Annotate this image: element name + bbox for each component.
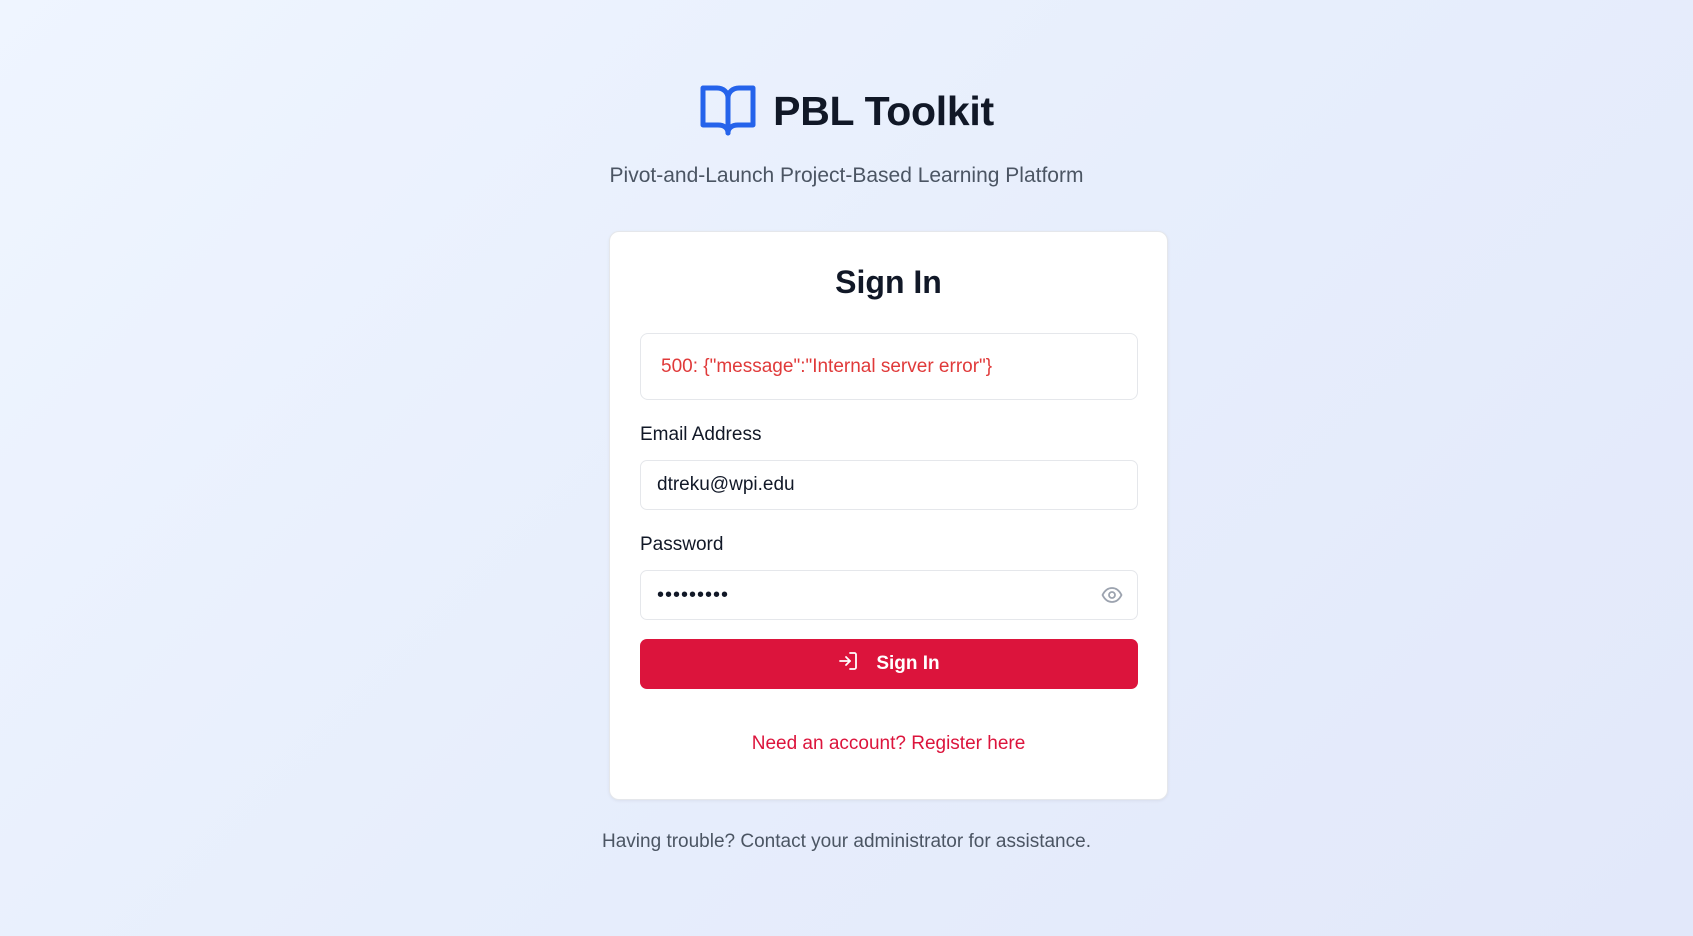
register-link[interactable]: Need an account? Register here <box>610 733 1167 755</box>
password-label: Password <box>640 534 724 555</box>
error-alert: 500: {"message":"Internal server error"} <box>640 333 1138 400</box>
eye-icon[interactable] <box>1101 586 1123 604</box>
sign-in-card: Sign In 500: {"message":"Internal server… <box>609 231 1168 800</box>
book-open-icon <box>699 84 757 138</box>
log-in-icon <box>838 651 858 677</box>
password-field[interactable]: ••••••••• <box>640 570 1138 620</box>
error-message: 500: {"message":"Internal server error"} <box>661 355 993 377</box>
email-value: dtreku@wpi.edu <box>657 474 795 495</box>
sign-in-heading: Sign In <box>835 264 942 300</box>
app-title: PBL Toolkit <box>773 87 994 134</box>
email-label: Email Address <box>640 424 762 445</box>
brand-header: PBL Toolkit <box>0 84 1693 138</box>
help-footer: Having trouble? Contact your administrat… <box>602 831 1091 852</box>
email-field[interactable]: dtreku@wpi.edu <box>640 460 1138 510</box>
password-value: ••••••••• <box>657 583 730 606</box>
app-subtitle: Pivot-and-Launch Project-Based Learning … <box>609 164 1084 187</box>
sign-in-button-label: Sign In <box>876 653 940 674</box>
sign-in-button[interactable]: Sign In <box>640 639 1138 689</box>
